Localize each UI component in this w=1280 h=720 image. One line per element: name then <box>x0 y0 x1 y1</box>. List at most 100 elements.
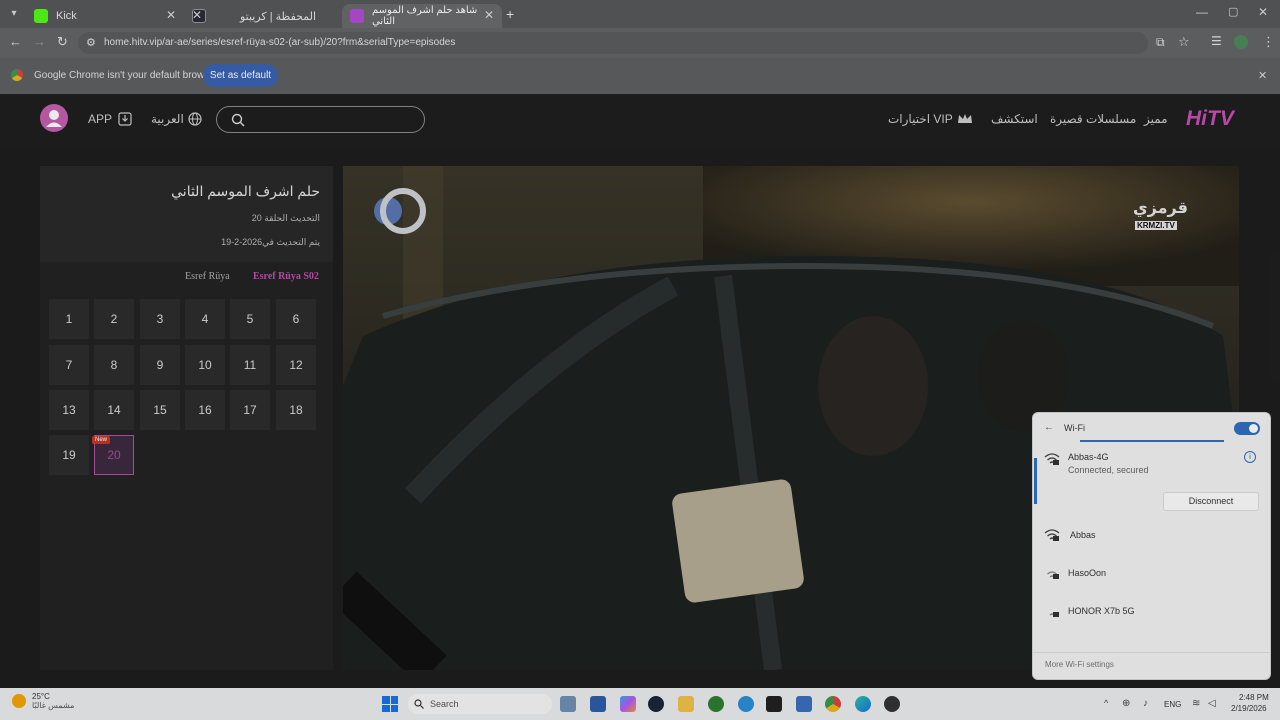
person-icon <box>46 110 62 127</box>
series-title: حلم اشرف الموسم الثاني <box>171 183 320 199</box>
episode-button[interactable]: 19 <box>49 435 89 475</box>
close-icon[interactable]: ✕ <box>166 8 176 22</box>
sun-icon <box>12 694 26 708</box>
reading-list-icon[interactable]: ☰ <box>1211 34 1222 48</box>
taskbar-search[interactable]: Search <box>408 694 552 714</box>
wifi-network-item[interactable] <box>1044 566 1060 580</box>
episode-button[interactable]: 6 <box>276 299 316 339</box>
tray-chevron-icon[interactable]: ^ <box>1104 698 1108 708</box>
new-tab-button[interactable]: + <box>506 6 514 22</box>
edge-icon[interactable] <box>855 696 871 712</box>
reload-icon[interactable]: ↻ <box>57 34 68 50</box>
url-text[interactable]: home.hitv.vip/ar-ae/series/esref-rüya-s0… <box>104 37 455 48</box>
tab-search-button[interactable]: ▾ <box>6 6 22 22</box>
episode-button[interactable]: 7 <box>49 345 89 385</box>
weather-widget[interactable]: 25°C مشمس غالبًا <box>12 692 74 710</box>
taskview-icon[interactable] <box>590 696 606 712</box>
mail-icon[interactable] <box>796 696 812 712</box>
episode-button[interactable]: 12 <box>276 345 316 385</box>
taskbar-search-label: Search <box>430 699 459 709</box>
tab-title: Kick <box>56 10 77 22</box>
episode-button[interactable]: 18 <box>276 390 316 430</box>
maximize-button[interactable]: ▢ <box>1228 5 1238 18</box>
minimize-button[interactable]: — <box>1196 5 1208 19</box>
back-arrow-icon[interactable]: ← <box>1044 422 1054 433</box>
episode-button[interactable]: 5 <box>230 299 270 339</box>
close-infobar-icon[interactable]: ✕ <box>1258 69 1267 82</box>
download-icon <box>118 112 132 126</box>
selection-indicator <box>1034 458 1037 504</box>
folder-icon[interactable] <box>678 696 694 712</box>
close-icon[interactable]: ✕ <box>484 8 494 22</box>
nav-explore[interactable]: استكشف <box>991 112 1038 126</box>
toggle-knob <box>1249 424 1258 433</box>
teamviewer-icon[interactable] <box>738 696 754 712</box>
crown-icon <box>957 114 972 123</box>
episode-button[interactable]: 9 <box>140 345 180 385</box>
wifi-network-connected[interactable] <box>1044 452 1060 466</box>
episode-button[interactable]: 17 <box>230 390 270 430</box>
episode-button[interactable]: 1 <box>49 299 89 339</box>
clock-time[interactable]: 2:48 PM <box>1239 693 1269 702</box>
chrome-logo-icon <box>11 69 23 81</box>
network-info-icon[interactable]: i <box>1244 451 1256 463</box>
xbox-icon[interactable] <box>708 696 724 712</box>
wifi-network-item[interactable] <box>1044 604 1060 618</box>
menu-kebab-icon[interactable]: ⋮ <box>1262 34 1275 50</box>
profile-avatar[interactable] <box>1234 35 1248 49</box>
episode-button[interactable]: 4 <box>185 299 225 339</box>
wifi-toggle[interactable] <box>1234 422 1260 435</box>
episode-button[interactable]: 8 <box>94 345 134 385</box>
chrome-icon[interactable] <box>825 696 841 712</box>
infobar-message: Google Chrome isn't your default browser <box>34 70 219 81</box>
nav-short-series[interactable]: مسلسلات قصيرة <box>1050 112 1136 126</box>
nav-featured[interactable]: مميز <box>1144 112 1168 126</box>
app-notification-icon[interactable] <box>884 696 900 712</box>
user-avatar[interactable] <box>40 104 68 132</box>
set-default-button[interactable]: Set as default <box>203 64 278 87</box>
hitv-logo[interactable]: HiTV <box>1186 107 1234 131</box>
connected-network-name: Abbas-4G <box>1068 452 1109 462</box>
start-button[interactable] <box>382 696 398 712</box>
disconnect-button[interactable]: Disconnect <box>1163 492 1259 511</box>
episode-button[interactable]: 10 <box>185 345 225 385</box>
episode-button[interactable]: 3 <box>140 299 180 339</box>
nav-vip-picks[interactable]: اختيارات VIP <box>888 112 973 126</box>
copilot-icon[interactable] <box>620 696 636 712</box>
episode-button[interactable]: 16 <box>185 390 225 430</box>
tab-wallet[interactable]: المحفظة | كريبتو ✕ <box>184 4 342 28</box>
hitv-favicon-icon <box>350 9 364 23</box>
install-icon[interactable]: ⧉ <box>1156 35 1165 50</box>
close-icon[interactable]: ✕ <box>192 8 202 22</box>
epic-games-icon[interactable] <box>766 696 782 712</box>
site-info-icon[interactable]: ⚙ <box>86 36 96 49</box>
window-close-button[interactable]: ✕ <box>1258 5 1268 19</box>
flyout-divider <box>1033 652 1270 653</box>
tab-hitv[interactable]: شاهد حلم اشرف الموسم الثاني ✕ <box>342 4 502 28</box>
language-indicator[interactable]: ENG <box>1164 700 1181 709</box>
language-switcher[interactable]: العربية <box>151 112 202 126</box>
network-tray-icon[interactable]: ⊕ <box>1122 698 1130 709</box>
volume-icon[interactable]: ◁ <box>1208 698 1216 709</box>
episode-button[interactable]: 11 <box>230 345 270 385</box>
wifi-tray-icon[interactable]: ≋ <box>1192 698 1200 709</box>
forward-icon[interactable]: → <box>33 34 46 49</box>
episode-button[interactable]: 15 <box>140 390 180 430</box>
episode-button[interactable]: 13 <box>49 390 89 430</box>
more-wifi-settings-link[interactable]: More Wi-Fi settings <box>1045 660 1114 669</box>
season-tab-s01[interactable]: Esref Rüya <box>185 271 230 282</box>
search-input[interactable] <box>216 106 425 133</box>
bookmark-star-icon[interactable]: ☆ <box>1178 34 1190 50</box>
file-manager-icon[interactable] <box>560 696 576 712</box>
episode-button[interactable]: 2 <box>94 299 134 339</box>
season-tab-s02[interactable]: Esref Rüya S02 <box>253 271 319 282</box>
steam-icon[interactable] <box>648 696 664 712</box>
windows-logo-icon <box>382 696 390 704</box>
app-download-link[interactable]: APP <box>88 112 132 126</box>
back-icon[interactable]: ← <box>9 34 22 49</box>
clock-date[interactable]: 2/19/2026 <box>1231 704 1267 713</box>
episode-button[interactable]: 14 <box>94 390 134 430</box>
tab-kick[interactable]: Kick ✕ <box>26 4 184 28</box>
microphone-icon[interactable]: ♪ <box>1143 698 1148 709</box>
wifi-network-item[interactable] <box>1044 528 1060 542</box>
